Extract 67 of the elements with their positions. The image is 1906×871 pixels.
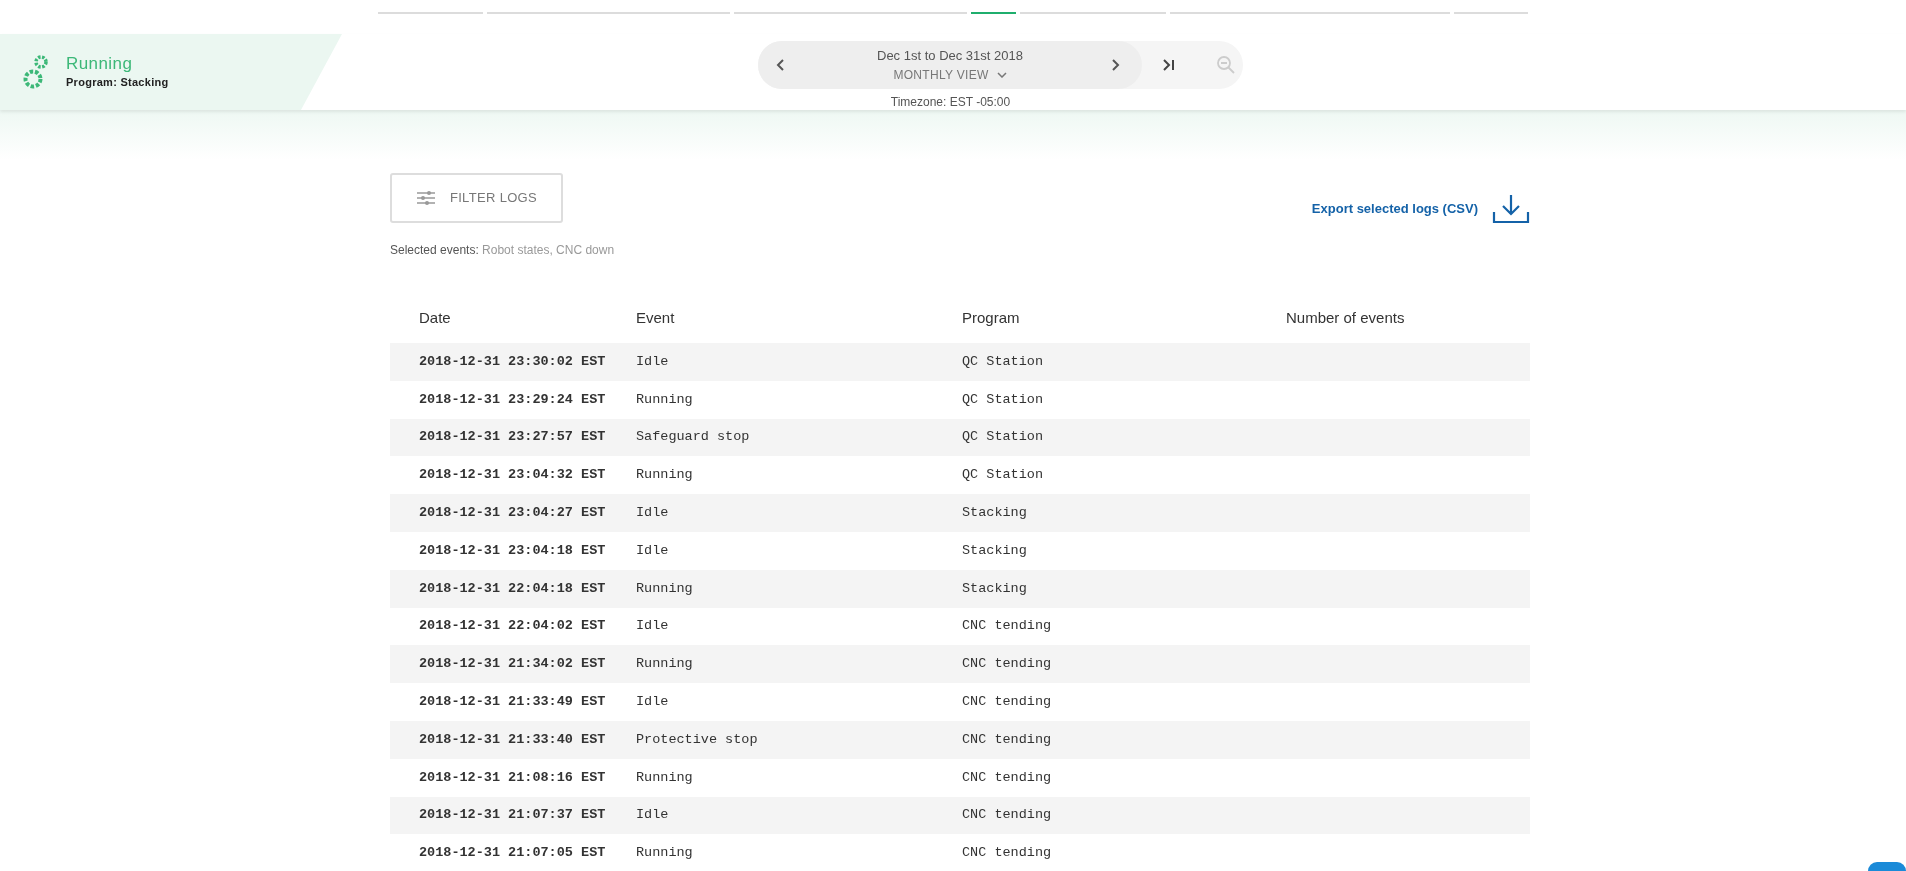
zoom-out-button[interactable] xyxy=(1216,55,1236,75)
table-cell: 2018-12-31 23:04:32 EST xyxy=(419,467,606,483)
table-cell: 2018-12-31 23:27:57 EST xyxy=(419,429,606,445)
view-dropdown[interactable]: MONTHLY VIEW xyxy=(893,65,1007,84)
table-cell: QC Station xyxy=(962,467,1043,483)
table-cell: CNC tending xyxy=(962,618,1052,634)
table-cell: 2018-12-31 23:04:18 EST xyxy=(419,542,606,558)
column-header: Program xyxy=(962,308,1020,326)
table-cell: 2018-12-31 21:07:37 EST xyxy=(419,807,606,823)
timezone-label: Timezone: EST -05:00 xyxy=(890,94,1011,111)
table-cell: Stacking xyxy=(962,580,1027,596)
table-cell: Running xyxy=(636,845,693,861)
table-cell: QC Station xyxy=(962,429,1043,445)
table-cell: Idle xyxy=(636,618,669,634)
table-cell: Idle xyxy=(636,353,669,369)
date-range-label: Dec 1st to Dec 31st 2018 xyxy=(877,47,1023,66)
sliders-icon xyxy=(415,190,436,206)
table-cell: CNC tending xyxy=(962,769,1052,785)
table-cell: Idle xyxy=(636,504,669,520)
table-cell: Safeguard stop xyxy=(636,429,750,445)
table-cell: 2018-12-31 22:04:02 EST xyxy=(419,618,606,634)
table-cell: Stacking xyxy=(962,504,1027,520)
tab-indicator[interactable] xyxy=(734,12,967,14)
table-cell: CNC tending xyxy=(962,807,1052,823)
tab-indicator[interactable] xyxy=(487,12,730,14)
table-cell: Idle xyxy=(636,693,669,709)
program-name: Program: Stacking xyxy=(66,75,169,91)
tab-indicator[interactable] xyxy=(1454,12,1528,14)
table-cell: Running xyxy=(636,769,693,785)
filter-logs-button[interactable]: FILTER LOGS xyxy=(390,173,563,223)
column-header: Event xyxy=(636,308,675,326)
column-header: Date xyxy=(419,308,451,326)
table-cell: Running xyxy=(636,580,693,596)
table-cell: Running xyxy=(636,656,693,672)
table-cell: CNC tending xyxy=(962,731,1052,747)
table-cell: 2018-12-31 21:34:02 EST xyxy=(419,656,606,672)
table-cell: QC Station xyxy=(962,353,1043,369)
table-cell: Idle xyxy=(636,807,669,823)
table-cell: 2018-12-31 21:08:16 EST xyxy=(419,769,606,785)
download-icon[interactable] xyxy=(1492,194,1530,224)
export-link[interactable]: Export selected logs (CSV) xyxy=(1311,199,1478,219)
table-cell: CNC tending xyxy=(962,845,1052,861)
tab-indicator[interactable] xyxy=(378,12,483,14)
table-cell: 2018-12-31 23:04:27 EST xyxy=(419,504,606,520)
table-cell: Protective stop xyxy=(636,731,758,747)
table-cell: CNC tending xyxy=(962,656,1052,672)
tab-indicator[interactable] xyxy=(971,12,1016,14)
table-cell: CNC tending xyxy=(962,693,1052,709)
status-text: Running xyxy=(66,53,134,75)
table-cell: Stacking xyxy=(962,542,1027,558)
column-header: Number of events xyxy=(1286,308,1405,326)
table-cell: Running xyxy=(636,391,693,407)
table-cell: QC Station xyxy=(962,391,1043,407)
tab-indicator[interactable] xyxy=(1020,12,1166,14)
table-cell: 2018-12-31 21:33:40 EST xyxy=(419,731,606,747)
table-cell: Running xyxy=(636,467,693,483)
table-cell: Idle xyxy=(636,542,669,558)
table-cell: 2018-12-31 23:30:02 EST xyxy=(419,353,606,369)
tab-indicator[interactable] xyxy=(1170,12,1450,14)
table-cell: 2018-12-31 21:07:05 EST xyxy=(419,845,606,861)
table-cell: 2018-12-31 22:04:18 EST xyxy=(419,580,606,596)
selected-events-text: Selected events: Robot states, CNC down xyxy=(390,242,616,259)
table-cell: 2018-12-31 21:33:49 EST xyxy=(419,693,606,709)
table-cell: 2018-12-31 23:29:24 EST xyxy=(419,391,606,407)
gears-icon xyxy=(22,54,50,90)
chevron-down-icon xyxy=(996,71,1007,78)
floating-button[interactable] xyxy=(1868,862,1906,871)
